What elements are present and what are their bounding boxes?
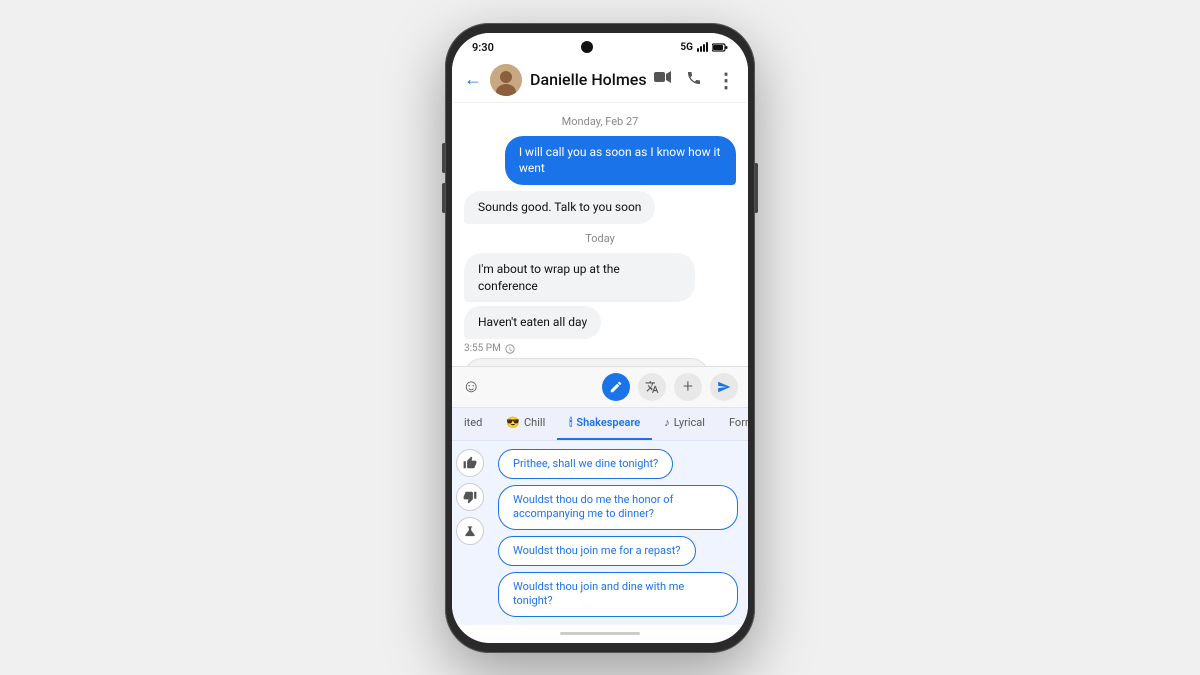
power-button[interactable] (755, 163, 758, 213)
tab-lyrical[interactable]: ♪ Lyrical (652, 408, 717, 440)
suggestions-row: Prithee, shall we dine tonight? Wouldst … (452, 441, 748, 625)
suggestion-3[interactable]: Wouldst thou join me for a repast? (498, 536, 696, 566)
input-bar: ☺ + (452, 366, 748, 407)
chill-emoji: 😎 (506, 416, 520, 429)
tab-excited[interactable]: ited (452, 408, 494, 440)
volume-up-button[interactable] (442, 143, 445, 173)
tab-shakespeare[interactable]: 🕯 Shakespeare (557, 408, 652, 440)
date-separator-2: Today (464, 232, 736, 245)
home-bar (452, 625, 748, 643)
suggestion-chips: Prithee, shall we dine tonight? Wouldst … (488, 441, 748, 625)
tab-chill[interactable]: 😎 Chill (494, 408, 557, 440)
app-bar: ← Danielle Holmes (452, 58, 748, 103)
volume-down-button[interactable] (442, 183, 445, 213)
message-received-2: I'm about to wrap up at the conference (464, 253, 695, 303)
date-separator-1: Monday, Feb 27 (464, 115, 736, 128)
ai-side-actions (452, 441, 488, 625)
ai-style-tabs: ited 😎 Chill 🕯 Shakespeare ♪ Lyrical For… (452, 408, 748, 441)
send-button[interactable] (710, 373, 738, 401)
suggestion-4[interactable]: Wouldst thou join and dine with me tonig… (498, 572, 738, 617)
phone-screen: 9:30 5G ← (452, 33, 748, 643)
message-draft: Wanna grab dinner? (464, 358, 709, 365)
message-sent-1: I will call you as soon as I know how it… (505, 136, 736, 186)
message-timestamp: 3:55 PM (464, 343, 736, 354)
add-button[interactable]: + (674, 373, 702, 401)
shakespeare-emoji: 🕯 (569, 416, 572, 430)
suggestion-2[interactable]: Wouldst thou do me the honor of accompan… (498, 485, 738, 530)
video-call-icon[interactable] (654, 70, 672, 89)
lyrical-emoji: ♪ (664, 416, 670, 429)
network-label: 5G (680, 42, 693, 53)
more-options-icon[interactable]: ⋮ (716, 68, 736, 92)
status-bar: 9:30 5G (452, 33, 748, 58)
status-icons: 5G (680, 42, 728, 53)
contact-name: Danielle Holmes (530, 70, 654, 89)
tab-formal[interactable]: Formal (717, 408, 748, 440)
thumbs-up-button[interactable] (456, 449, 484, 477)
thumbs-down-button[interactable] (456, 483, 484, 511)
message-received-1: Sounds good. Talk to you soon (464, 191, 655, 224)
phone-call-icon[interactable] (686, 70, 702, 90)
back-button[interactable]: ← (464, 69, 482, 90)
chat-area: Monday, Feb 27 I will call you as soon a… (452, 103, 748, 366)
emoji-button[interactable]: ☺ (462, 376, 480, 397)
app-bar-icons: ⋮ (654, 68, 736, 92)
home-indicator (560, 632, 640, 635)
battery-icon (712, 43, 728, 52)
contact-avatar (490, 64, 522, 96)
translate-button[interactable] (638, 373, 666, 401)
phone-device: 9:30 5G ← (445, 23, 755, 653)
ai-suggestions-panel: ited 😎 Chill 🕯 Shakespeare ♪ Lyrical For… (452, 407, 748, 625)
signal-icon (697, 42, 708, 52)
camera-notch (581, 41, 593, 53)
message-received-3: Haven't eaten all day (464, 306, 601, 339)
status-time: 9:30 (472, 41, 494, 54)
suggestion-1[interactable]: Prithee, shall we dine tonight? (498, 449, 673, 479)
input-row: ☺ + (462, 373, 738, 401)
lab-button[interactable] (456, 517, 484, 545)
magic-rewrite-button[interactable] (602, 373, 630, 401)
